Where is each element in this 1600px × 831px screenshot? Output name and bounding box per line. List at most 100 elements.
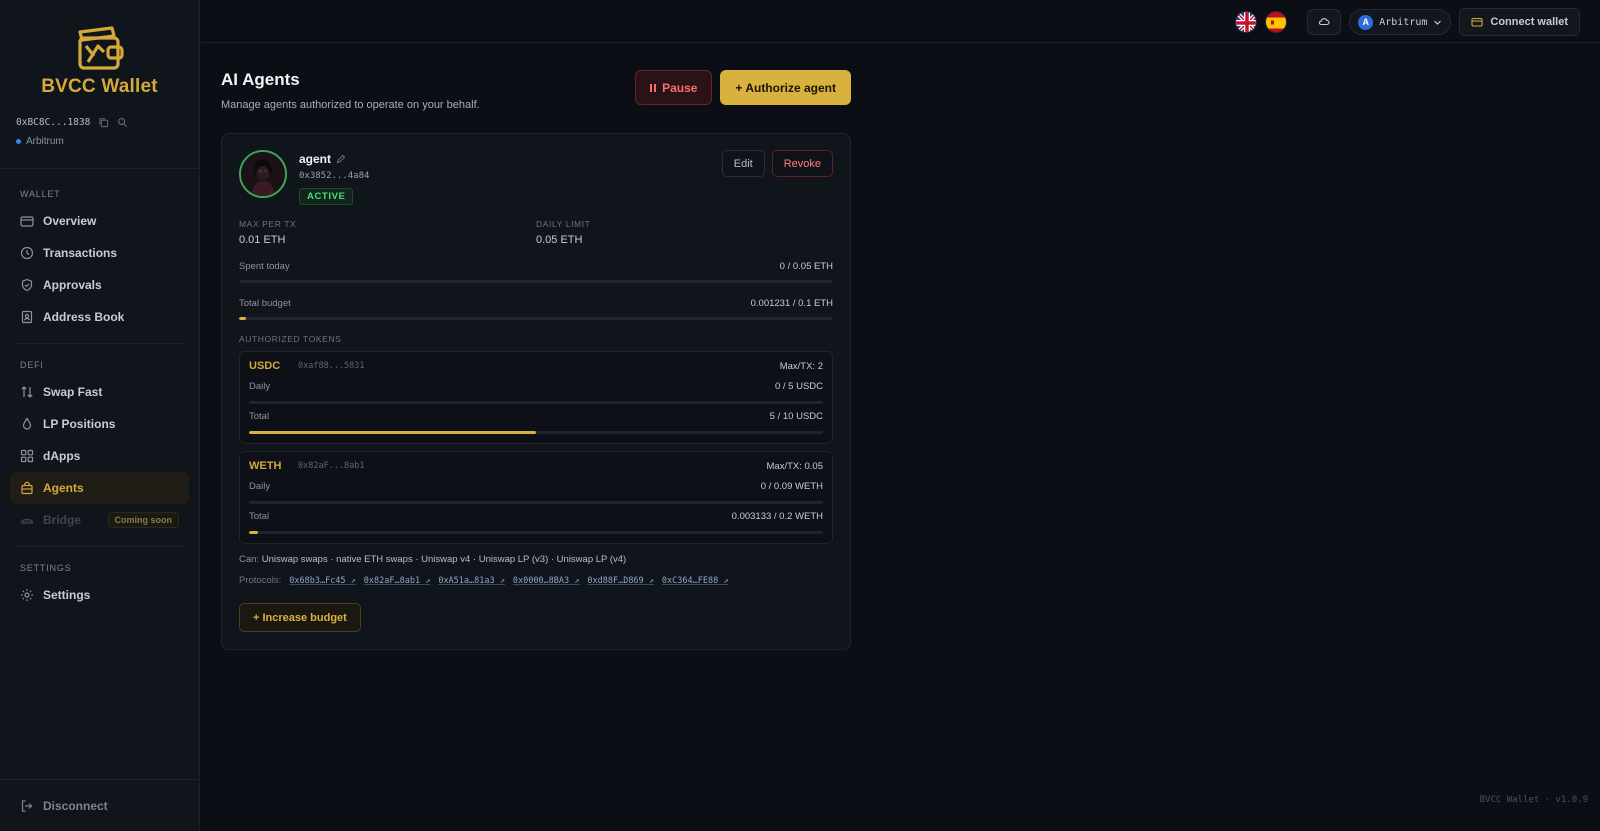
search-icon[interactable] bbox=[117, 117, 128, 128]
coming-soon-badge: Coming soon bbox=[107, 512, 179, 528]
card-icon bbox=[20, 216, 34, 227]
spent-today-label: Spent today bbox=[239, 261, 290, 272]
sidebar-item-settings[interactable]: Settings bbox=[10, 579, 189, 611]
uk-flag-icon[interactable] bbox=[1235, 11, 1258, 33]
sidebar-item-swap-fast[interactable]: Swap Fast bbox=[10, 376, 189, 408]
pause-label: Pause bbox=[662, 80, 698, 95]
sidebar-item-label: Settings bbox=[43, 588, 91, 602]
sidebar-item-label: Bridge bbox=[43, 513, 82, 527]
sidebar-item-label: Approvals bbox=[43, 278, 102, 292]
protocol-link[interactable]: 0x82aF…8ab1 ↗ bbox=[364, 576, 431, 586]
sidebar-item-dapps[interactable]: dApps bbox=[10, 440, 189, 472]
protocols: Protocols: 0x68b3…Fc45 ↗ 0x82aF…8ab1 ↗ 0… bbox=[239, 575, 833, 586]
account-network: Arbitrum bbox=[16, 136, 183, 147]
authorize-agent-button[interactable]: + Authorize agent bbox=[720, 70, 851, 105]
status-badge: ACTIVE bbox=[299, 188, 354, 205]
brand[interactable]: BVCC Wallet bbox=[0, 0, 199, 105]
account-summary: 0xBC8C...1838 Arbitrum bbox=[0, 105, 199, 168]
sidebar-item-label: Overview bbox=[43, 214, 97, 228]
progress-bar bbox=[249, 401, 823, 404]
token-daily-value: 0 / 0.09 WETH bbox=[760, 481, 823, 492]
sidebar-item-approvals[interactable]: Approvals bbox=[10, 269, 189, 301]
clock-icon bbox=[20, 246, 34, 260]
token-total-value: 0.003133 / 0.2 WETH bbox=[731, 511, 823, 522]
account-address: 0xBC8C...1838 bbox=[16, 117, 91, 128]
agent-name: agent bbox=[299, 152, 332, 166]
increase-budget-button[interactable]: + Increase budget bbox=[239, 603, 361, 632]
sidebar-item-agents[interactable]: Agents bbox=[10, 472, 189, 504]
progress-bar bbox=[239, 280, 833, 283]
pause-icon bbox=[650, 83, 657, 92]
token-daily-label: Daily bbox=[249, 381, 271, 392]
wallet-logo-icon bbox=[77, 26, 124, 70]
sidebar-item-label: Address Book bbox=[43, 310, 125, 324]
daily-limit: DAILY LIMIT 0.05 ETH bbox=[536, 219, 833, 246]
spain-flag-icon[interactable] bbox=[1265, 11, 1288, 33]
total-budget-value: 0.001231 / 0.1 ETH bbox=[750, 298, 833, 309]
daily-limit-label: DAILY LIMIT bbox=[536, 219, 591, 229]
progress-fill bbox=[249, 431, 536, 434]
shield-icon bbox=[21, 278, 33, 292]
logout-icon bbox=[21, 799, 33, 812]
max-per-tx-value: 0.01 ETH bbox=[239, 234, 286, 246]
protocols-label: Protocols: bbox=[239, 575, 282, 586]
progress-fill bbox=[239, 317, 247, 320]
theme-toggle-button[interactable] bbox=[1307, 9, 1342, 35]
authorized-tokens-title: AUTHORIZED TOKENS bbox=[239, 334, 342, 344]
token-symbol: USDC bbox=[249, 360, 281, 372]
wallet-icon bbox=[1471, 17, 1483, 27]
edit-button[interactable]: Edit bbox=[721, 150, 765, 177]
connect-wallet-label: Connect wallet bbox=[1490, 16, 1568, 28]
network-dot bbox=[16, 139, 21, 144]
progress-bar bbox=[249, 531, 823, 534]
main-content: AI Agents Manage agents authorized to op… bbox=[221, 70, 851, 650]
token-row-weth: WETH 0x82aF...8ab1 Max/TX: 0.05 Daily 0 … bbox=[239, 451, 833, 544]
sidebar-item-transactions[interactable]: Transactions bbox=[10, 237, 189, 269]
sidebar-item-label: dApps bbox=[43, 449, 81, 463]
max-per-tx-label: MAX PER TX bbox=[239, 219, 297, 229]
token-total-label: Total bbox=[249, 511, 270, 522]
daily-limit-value: 0.05 ETH bbox=[536, 234, 583, 246]
pause-button[interactable]: Pause bbox=[635, 70, 713, 105]
sidebar-item-overview[interactable]: Overview bbox=[10, 205, 189, 237]
token-total-label: Total bbox=[249, 411, 270, 422]
agent-card: agent 0x3852...4a84 ACTIVE Edit Revoke M… bbox=[221, 133, 851, 650]
disconnect-label: Disconnect bbox=[43, 798, 108, 813]
bag-icon bbox=[21, 481, 33, 495]
bridge-icon bbox=[20, 518, 34, 524]
brand-name: BVCC Wallet bbox=[41, 76, 158, 97]
agent-name-row: agent bbox=[299, 152, 369, 166]
token-max-tx: Max/TX: 2 bbox=[779, 360, 823, 372]
progress-bar bbox=[249, 431, 823, 434]
grid-icon bbox=[20, 449, 34, 463]
protocol-link[interactable]: 0xA51a…81a3 ↗ bbox=[438, 576, 505, 586]
capabilities-list: Uniswap swaps · native ETH swaps · Unisw… bbox=[261, 554, 627, 565]
protocol-link[interactable]: 0x68b3…Fc45 ↗ bbox=[289, 576, 356, 586]
spent-today-value: 0 / 0.05 ETH bbox=[779, 261, 833, 272]
protocol-link[interactable]: 0x0000…8BA3 ↗ bbox=[513, 576, 580, 586]
agent-address: 0x3852...4a84 bbox=[299, 171, 370, 181]
sidebar-item-address-book[interactable]: Address Book bbox=[10, 301, 189, 333]
swap-arrows-icon bbox=[21, 386, 33, 398]
arbitrum-icon: A bbox=[1358, 14, 1374, 30]
connect-wallet-button[interactable]: Connect wallet bbox=[1459, 8, 1580, 36]
progress-fill bbox=[249, 531, 259, 534]
sidebar-item-label: LP Positions bbox=[43, 417, 116, 431]
section-title-settings: SETTINGS bbox=[20, 563, 72, 573]
protocol-link[interactable]: 0xd88F…D869 ↗ bbox=[587, 576, 654, 586]
sidebar-item-label: Transactions bbox=[43, 246, 118, 260]
token-max-tx: Max/TX: 0.05 bbox=[766, 460, 824, 472]
revoke-button[interactable]: Revoke bbox=[771, 150, 833, 177]
disconnect-button[interactable]: Disconnect bbox=[0, 779, 199, 831]
progress-bar bbox=[249, 501, 823, 504]
app-version: BVCC Wallet · v1.0.9 bbox=[1479, 795, 1588, 805]
network-selector[interactable]: A Arbitrum bbox=[1349, 9, 1452, 35]
sidebar-item-label: Swap Fast bbox=[43, 385, 103, 399]
sidebar-item-bridge: Bridge Coming soon bbox=[10, 504, 189, 536]
protocol-link[interactable]: 0xC364…FE88 ↗ bbox=[662, 576, 729, 586]
sidebar-item-lp-positions[interactable]: LP Positions bbox=[10, 408, 189, 440]
pencil-icon[interactable] bbox=[336, 154, 346, 164]
token-daily-value: 0 / 5 USDC bbox=[774, 381, 823, 392]
copy-icon[interactable] bbox=[98, 117, 109, 128]
network-selector-label: Arbitrum bbox=[1379, 16, 1428, 28]
